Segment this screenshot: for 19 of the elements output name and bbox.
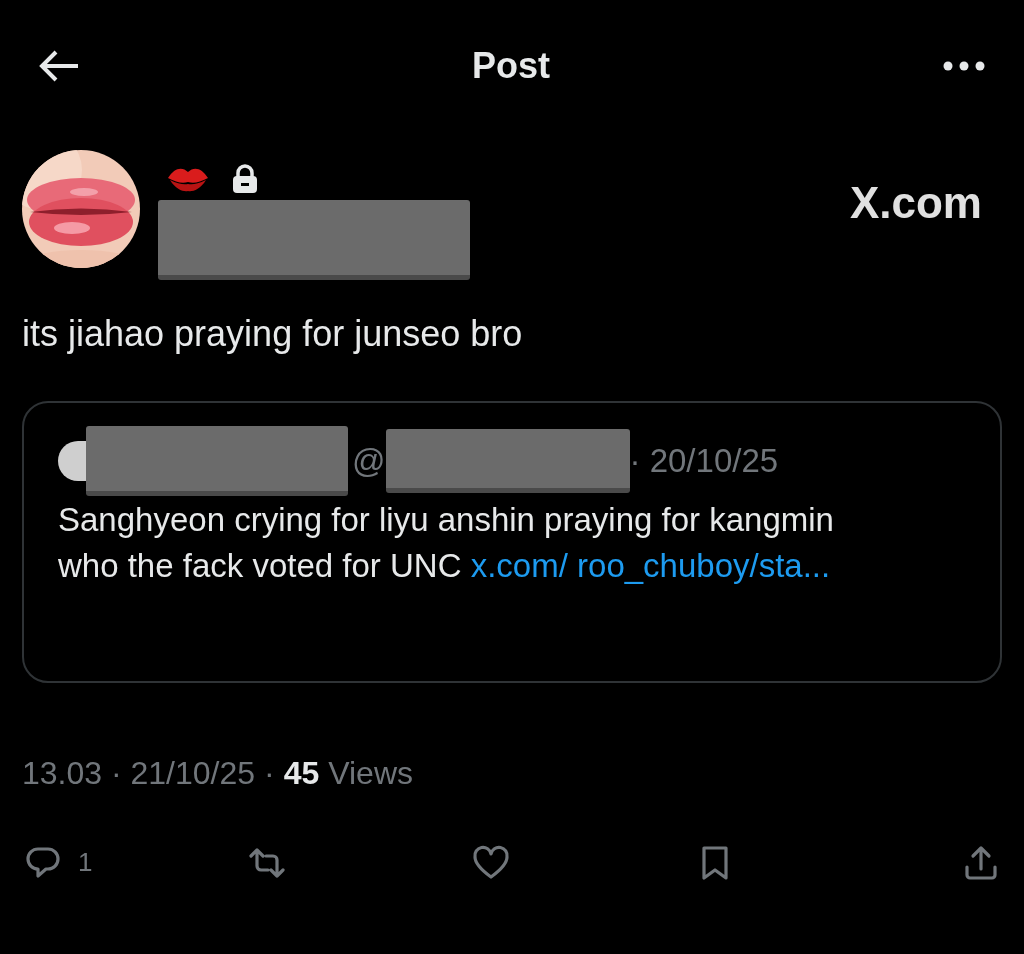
- reply-count: 1: [78, 846, 93, 879]
- heart-icon[interactable]: [472, 844, 510, 881]
- back-arrow-icon[interactable]: [38, 50, 80, 82]
- share-icon[interactable]: [962, 844, 1000, 881]
- quoted-post-card[interactable]: @ · 20/10/25 Sanghyeon crying for liyu anshin praying for kangmin who the fack voted for UNC x.com/ roo_chuboy/sta...: [22, 401, 1002, 683]
- watermark-text: X.com: [849, 177, 982, 229]
- quote-avatar: [58, 441, 86, 481]
- reply-icon[interactable]: [24, 844, 62, 881]
- quote-text: Sanghyeon crying for liyu anshin praying for kangmin who the fack voted for UNC x.com/ roo_chuboy/sta...: [58, 500, 835, 586]
- post-timestamp: 13.03 · 21/10/25 ·: [22, 754, 275, 793]
- views-label: Views: [328, 754, 413, 793]
- views-count: 45: [283, 754, 320, 793]
- handle-prefix: @: [352, 441, 386, 482]
- link[interactable]: x.com/ roo_chuboy/sta...: [470, 547, 831, 584]
- page-title: Post: [472, 44, 550, 88]
- more-icon[interactable]: [942, 60, 986, 72]
- post-text: its jiahao praying for junseo bro: [21, 312, 524, 356]
- lock-icon: [232, 164, 258, 194]
- quote-date: · 20/10/25: [629, 441, 779, 482]
